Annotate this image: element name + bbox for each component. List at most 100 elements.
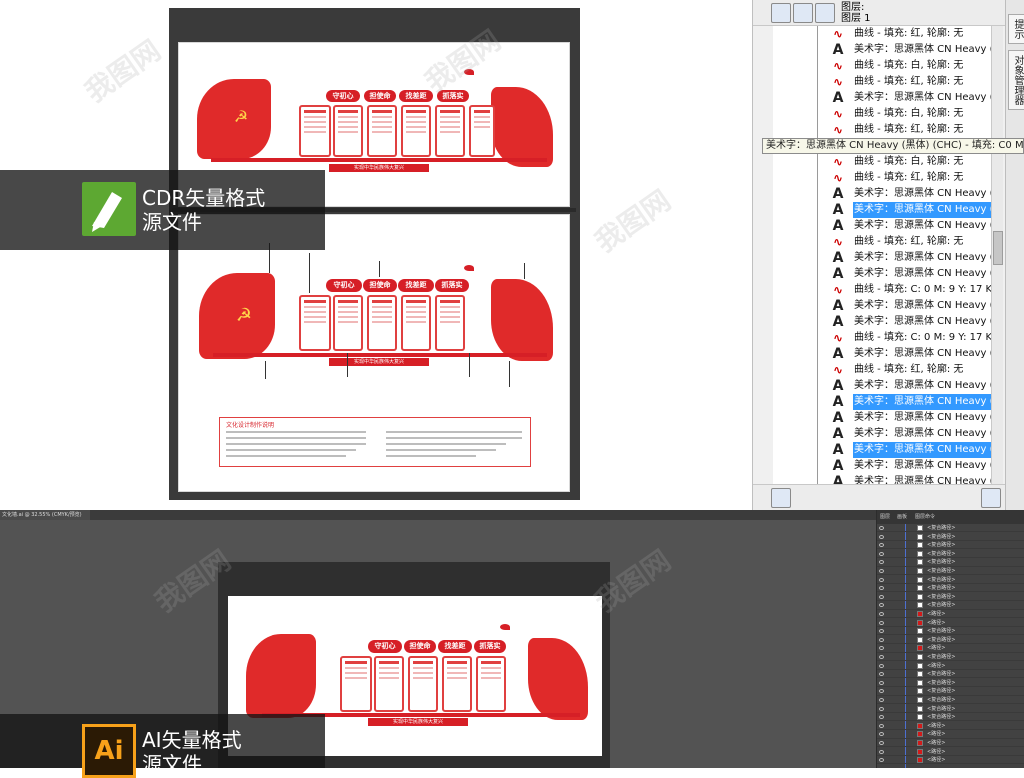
visibility-eye-icon[interactable] <box>879 672 884 677</box>
visibility-eye-icon[interactable] <box>879 637 884 642</box>
object-row[interactable]: A 美术字：思源黑体 CN Heavy (黑体 <box>773 442 991 458</box>
ai-layer-row[interactable]: <复合路径> <box>877 627 1024 636</box>
visibility-eye-icon[interactable] <box>879 680 884 685</box>
object-row[interactable]: ∿ 曲线 - 填充: C: 0 M: 9 Y: 17 K: 4, 轮 <box>773 282 991 298</box>
visibility-eye-icon[interactable] <box>879 706 884 711</box>
object-row[interactable]: ∿ 曲线 - 填充: 白, 轮廓: 无 <box>773 154 991 170</box>
ai-layer-row[interactable]: <复合路径> <box>877 550 1024 559</box>
ai-layer-row[interactable]: <复合路径> <box>877 696 1024 705</box>
ai-layer-row[interactable]: <复合路径> <box>877 576 1024 584</box>
object-row[interactable]: A 美术字：思源黑体 CN Heavy (黑体 <box>773 314 991 330</box>
object-list-scrollbar[interactable] <box>991 26 1003 484</box>
ai-layer-row[interactable]: <复合路径> <box>877 541 1024 550</box>
visibility-eye-icon[interactable] <box>879 594 884 599</box>
visibility-eye-icon[interactable] <box>879 560 884 565</box>
object-row[interactable]: A 美术字：思源黑体 CN Heavy (黑体 <box>773 42 991 58</box>
object-row[interactable]: ∿ 曲线 - 填充: 红, 轮廓: 无 <box>773 26 991 42</box>
visibility-eye-icon[interactable] <box>879 526 884 530</box>
ai-layer-row[interactable]: <复合路径> <box>877 713 1024 722</box>
object-row[interactable]: ∿ 曲线 - 填充: 红, 轮廓: 无 <box>773 74 991 90</box>
visibility-eye-icon[interactable] <box>879 586 884 591</box>
object-row[interactable]: A 美术字：思源黑体 CN Heavy (黑体 <box>773 458 991 474</box>
object-row[interactable]: A 美术字：思源黑体 CN Heavy (黑体 <box>773 346 991 362</box>
ai-layer-row[interactable]: <路径> <box>877 610 1024 619</box>
object-row[interactable]: ∿ 曲线 - 填充: 红, 轮廓: 无 <box>773 170 991 186</box>
visibility-eye-icon[interactable] <box>879 758 884 763</box>
object-row[interactable]: A 美术字：思源黑体 CN Heavy (黑体 <box>773 266 991 282</box>
visibility-eye-icon[interactable] <box>879 715 884 720</box>
ai-layer-row[interactable]: <复合路径> <box>877 593 1024 602</box>
ai-layer-row[interactable]: <复合路径> <box>877 679 1024 688</box>
visibility-eye-icon[interactable] <box>879 620 884 625</box>
visibility-eye-icon[interactable] <box>879 612 884 616</box>
ai-layer-row[interactable]: <复合路径> <box>877 705 1024 713</box>
ai-layer-row[interactable]: <路径> <box>877 722 1024 731</box>
layer-view-button[interactable] <box>815 3 835 23</box>
ai-layer-row[interactable]: <路径> <box>877 619 1024 627</box>
object-row[interactable]: A 美术字：思源黑体 CN Heavy (黑体 <box>773 394 991 410</box>
object-row[interactable]: ∿ 曲线 - 填充: 红, 轮廓: 无 <box>773 122 991 138</box>
ai-layer-row[interactable]: <复合路径> <box>877 636 1024 645</box>
tab-layers[interactable]: 图层 <box>880 510 890 524</box>
object-row[interactable]: ∿ 曲线 - 填充: 红, 轮廓: 无 <box>773 234 991 250</box>
tab-object-manager[interactable]: 对象管理器 <box>1008 50 1024 110</box>
ai-layer-row[interactable]: <路径> <box>877 644 1024 653</box>
ai-layer-row[interactable]: <路径> <box>877 662 1024 670</box>
object-row[interactable]: A 美术字：思源黑体 CN Heavy (黑体 <box>773 218 991 234</box>
object-row[interactable]: A 美术字：思源黑体 CN Heavy (黑体 <box>773 298 991 314</box>
new-layer-button[interactable] <box>771 488 791 508</box>
ai-layer-row[interactable]: <复合路径> <box>877 533 1024 541</box>
object-list[interactable]: ∿ 曲线 - 填充: 红, 轮廓: 无 A 美术字：思源黑体 CN Heavy (黑体… <box>773 26 991 484</box>
ai-layer-row[interactable]: <复合路径> <box>877 524 1024 533</box>
layer-edit-button[interactable] <box>793 3 813 23</box>
visibility-eye-icon[interactable] <box>879 723 884 728</box>
object-row[interactable]: A 美术字：思源黑体 CN Heavy (黑体 <box>773 202 991 218</box>
object-row[interactable]: ∿ 曲线 - 填充: 白, 轮廓: 无 <box>773 106 991 122</box>
visibility-eye-icon[interactable] <box>879 749 884 754</box>
cdr-page-dimensioned[interactable]: ☭ 守初心 担使命 找差距 抓落实 实现中华民族伟大复兴 文化设计制作说明 <box>178 214 570 492</box>
object-row[interactable]: A 美术字：思源黑体 CN Heavy (黑体 <box>773 90 991 106</box>
ai-layer-row[interactable]: <复合路径> <box>877 558 1024 567</box>
ai-layer-list[interactable]: <复合路径> <复合路径> <复合路径> <复合路径> <复合路径> <复合路径> <复合路… <box>877 524 1024 768</box>
ai-layer-row[interactable]: <路径> <box>877 756 1024 765</box>
ai-layer-row[interactable]: <路径> <box>877 730 1024 739</box>
scrollbar-thumb[interactable] <box>993 231 1003 265</box>
visibility-eye-icon[interactable] <box>879 551 884 556</box>
visibility-eye-icon[interactable] <box>879 569 884 573</box>
visibility-eye-icon[interactable] <box>879 534 884 539</box>
object-row[interactable]: A 美术字：思源黑体 CN Heavy (黑体 <box>773 378 991 394</box>
ai-layer-row[interactable]: <复合路径> <box>877 584 1024 593</box>
ai-layer-row[interactable]: <路径> <box>877 739 1024 748</box>
object-row[interactable]: A 美术字：思源黑体 CN Heavy (黑体 <box>773 426 991 442</box>
visibility-eye-icon[interactable] <box>879 629 884 634</box>
ai-layer-row[interactable]: <复合路径> <box>877 567 1024 576</box>
object-row[interactable]: ∿ 曲线 - 填充: 白, 轮廓: 无 <box>773 58 991 74</box>
ai-layer-row[interactable]: <复合路径> <box>877 670 1024 679</box>
object-row[interactable]: ∿ 曲线 - 填充: C: 0 M: 9 Y: 17 K: 4, 轮 <box>773 330 991 346</box>
ai-layers-panel[interactable]: 图层 画板 图层命令 <复合路径> <复合路径> <复合路径> <复合路径> <复合路径… <box>876 510 1024 768</box>
ai-layer-row[interactable]: <复合路径> <box>877 653 1024 662</box>
tab-layer-comps[interactable]: 图层命令 <box>915 510 935 524</box>
visibility-eye-icon[interactable] <box>879 543 884 548</box>
visibility-eye-icon[interactable] <box>879 741 884 745</box>
object-row[interactable]: A 美术字：思源黑体 CN Heavy (黑体 <box>773 186 991 202</box>
object-manager-panel[interactable]: 图层: 图层 1 ∿ 曲线 - 填充: 红, 轮廓: 无 A 美术字：思源黑体 CN … <box>752 0 1024 510</box>
tab-hints[interactable]: 提示 <box>1008 14 1024 44</box>
object-row[interactable]: A 美术字：思源黑体 CN Heavy (黑体 <box>773 474 991 484</box>
object-row[interactable]: A 美术字：思源黑体 CN Heavy (黑体 <box>773 250 991 266</box>
ai-document-tab[interactable]: 文化墙.ai @ 32.55% (CMYK/预览) <box>0 510 90 520</box>
visibility-eye-icon[interactable] <box>879 603 884 608</box>
visibility-eye-icon[interactable] <box>879 732 884 737</box>
ai-layer-row[interactable]: <复合路径> <box>877 601 1024 610</box>
ai-layer-row[interactable]: <路径> <box>877 748 1024 756</box>
visibility-eye-icon[interactable] <box>879 646 884 651</box>
visibility-eye-icon[interactable] <box>879 698 884 702</box>
delete-button[interactable] <box>981 488 1001 508</box>
visibility-eye-icon[interactable] <box>879 663 884 668</box>
visibility-eye-icon[interactable] <box>879 689 884 694</box>
ai-layer-row[interactable]: <复合路径> <box>877 687 1024 696</box>
visibility-eye-icon[interactable] <box>879 577 884 582</box>
visibility-eye-icon[interactable] <box>879 655 884 659</box>
object-row[interactable]: ∿ 曲线 - 填充: 红, 轮廓: 无 <box>773 362 991 378</box>
tab-artboards[interactable]: 画板 <box>897 510 907 524</box>
